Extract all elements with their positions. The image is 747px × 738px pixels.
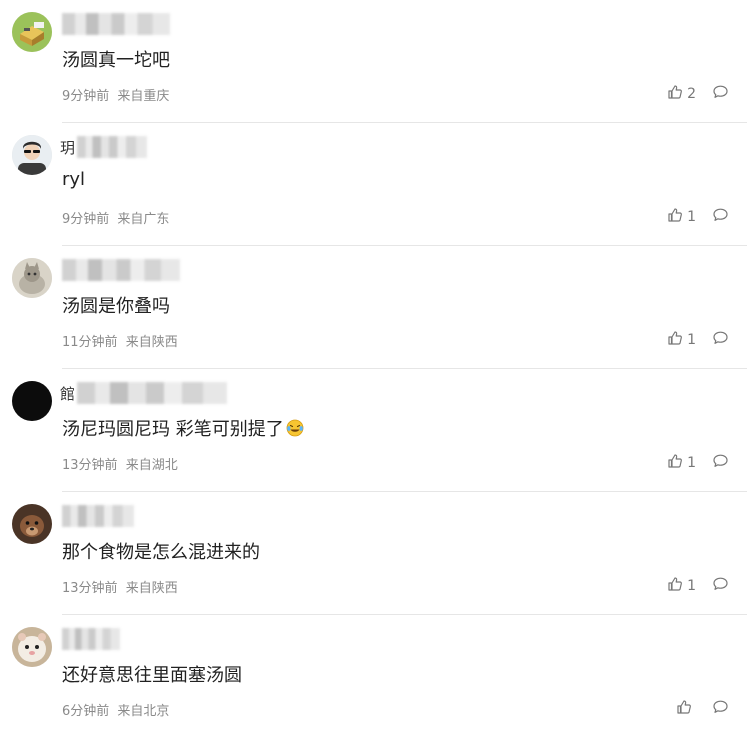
like-button[interactable]: 1: [667, 207, 696, 227]
comment-location: 来自北京: [117, 704, 170, 719]
username[interactable]: 館: [60, 381, 228, 405]
avatar[interactable]: [12, 504, 52, 544]
comment-text: 汤圆真一坨吧: [62, 50, 170, 71]
comment-actions: 1: [667, 453, 729, 473]
comment-location: 来自陕西: [125, 335, 178, 350]
comment-list: 汤圆真一坨吧 9分钟前 来自重庆 2 玥 ryl 9分钟前 来自广东 1 汤圆是…: [0, 0, 747, 736]
speech-bubble-icon: [712, 699, 729, 719]
thumbs-up-icon: [667, 576, 687, 596]
username[interactable]: [60, 12, 170, 36]
like-button[interactable]: 1: [667, 330, 696, 350]
thumbs-up-icon: [667, 330, 687, 350]
avatar[interactable]: [12, 258, 52, 298]
comment-time: 9分钟前: [62, 89, 110, 104]
reply-button[interactable]: [712, 453, 729, 473]
username-blurred: [62, 505, 134, 527]
comment-actions: [676, 699, 729, 719]
username-char: 玥: [60, 138, 76, 157]
speech-bubble-icon: [712, 453, 729, 473]
laughing-crying-emoji-icon: [286, 419, 304, 437]
reply-button[interactable]: [712, 330, 729, 350]
comment-meta: 9分钟前 来自重庆: [62, 85, 169, 104]
comment-actions: 2: [667, 84, 729, 104]
avatar[interactable]: [12, 12, 52, 52]
username[interactable]: 玥: [60, 135, 148, 159]
username-blurred: [62, 628, 120, 650]
username-blurred: [62, 13, 170, 35]
comment-item: 汤圆是你叠吗 11分钟前 来自陕西 1: [0, 246, 747, 369]
comment-item: 館 汤尼玛圆尼玛 彩笔可别提了 13分钟前 来自湖北 1: [0, 369, 747, 492]
comment-item: 还好意思往里面塞汤圆 6分钟前 来自北京: [0, 615, 747, 738]
comment-item: 那个食物是怎么混进来的 13分钟前 来自陕西 1: [0, 492, 747, 615]
comment-time: 11分钟前: [62, 335, 118, 350]
speech-bubble-icon: [712, 576, 729, 596]
comment-location: 来自重庆: [117, 89, 170, 104]
thumbs-up-icon: [676, 699, 696, 719]
avatar[interactable]: [12, 135, 52, 175]
reply-button[interactable]: [712, 207, 729, 227]
username-char: 館: [60, 384, 76, 403]
comment-time: 13分钟前: [62, 458, 118, 473]
comment-text: 还好意思往里面塞汤圆: [62, 665, 242, 686]
comment-actions: 1: [667, 576, 729, 596]
thumbs-up-icon: [667, 84, 687, 104]
speech-bubble-icon: [712, 84, 729, 104]
comment-meta: 13分钟前 来自湖北: [62, 454, 178, 473]
like-button[interactable]: 1: [667, 576, 696, 596]
reply-button[interactable]: [712, 576, 729, 596]
comment-location: 来自湖北: [125, 458, 178, 473]
comment-item: 汤圆真一坨吧 9分钟前 来自重庆 2: [0, 0, 747, 123]
reply-button[interactable]: [712, 84, 729, 104]
like-button[interactable]: [676, 699, 696, 719]
username[interactable]: [60, 504, 134, 528]
speech-bubble-icon: [712, 330, 729, 350]
comment-meta: 11分钟前 来自陕西: [62, 331, 178, 350]
like-count: 2: [687, 86, 696, 102]
avatar[interactable]: [12, 627, 52, 667]
like-count: 1: [687, 455, 696, 471]
like-count: 1: [687, 209, 696, 225]
username-blurred: [77, 382, 228, 404]
comment-text-content: 汤尼玛圆尼玛 彩笔可别提了: [62, 419, 284, 440]
avatar[interactable]: [12, 381, 52, 421]
thumbs-up-icon: [667, 453, 687, 473]
comment-location: 来自陕西: [125, 581, 178, 596]
comment-text: 汤尼玛圆尼玛 彩笔可别提了: [62, 415, 304, 441]
comment-meta: 13分钟前 来自陕西: [62, 577, 178, 596]
comment-item: 玥 ryl 9分钟前 来自广东 1: [0, 123, 747, 246]
like-button[interactable]: 2: [667, 84, 696, 104]
comment-location: 来自广东: [117, 212, 170, 227]
reply-button[interactable]: [712, 699, 729, 719]
username-blurred: [77, 136, 148, 158]
username[interactable]: [60, 627, 120, 651]
comment-text: 那个食物是怎么混进来的: [62, 542, 260, 563]
speech-bubble-icon: [712, 207, 729, 227]
comment-text: 汤圆是你叠吗: [62, 296, 170, 317]
comment-time: 9分钟前: [62, 212, 110, 227]
username[interactable]: [60, 258, 180, 282]
username-blurred: [62, 259, 180, 281]
comment-text: ryl: [62, 169, 86, 190]
thumbs-up-icon: [667, 207, 687, 227]
comment-meta: 6分钟前 来自北京: [62, 700, 169, 719]
comment-time: 6分钟前: [62, 704, 110, 719]
comment-actions: 1: [667, 330, 729, 350]
like-count: 1: [687, 332, 696, 348]
comment-actions: 1: [667, 207, 729, 227]
comment-time: 13分钟前: [62, 581, 118, 596]
like-count: 1: [687, 578, 696, 594]
like-button[interactable]: 1: [667, 453, 696, 473]
comment-meta: 9分钟前 来自广东: [62, 208, 169, 227]
